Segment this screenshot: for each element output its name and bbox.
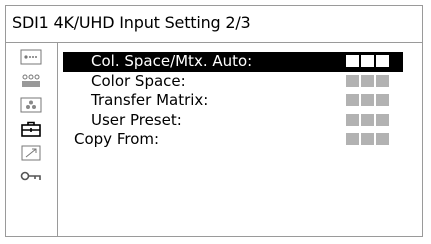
menu-item-label: Copy From: [74, 130, 160, 148]
color-dots-icon[interactable] [20, 97, 42, 113]
menu-item-copy-from[interactable]: Copy From: [63, 130, 403, 150]
camera-settings-icon[interactable] [20, 49, 42, 65]
menu-item-value[interactable] [346, 55, 389, 67]
toolbox-icon[interactable] [20, 121, 42, 137]
sidebar-divider [57, 43, 58, 236]
title-divider [6, 42, 422, 43]
menu-item-label: Transfer Matrix: [91, 91, 209, 109]
settings-menu: Col. Space/Mtx. Auto: Color Space: Trans… [63, 52, 403, 150]
menu-item-col-space-mtx-auto[interactable]: Col. Space/Mtx. Auto: [63, 52, 403, 72]
menu-item-transfer-matrix[interactable]: Transfer Matrix: [63, 91, 403, 111]
key-icon[interactable] [20, 168, 42, 184]
menu-item-value[interactable] [346, 74, 389, 87]
menu-item-label: Col. Space/Mtx. Auto: [91, 52, 253, 70]
menu-item-value[interactable] [346, 94, 389, 106]
menu-item-value[interactable] [346, 113, 389, 126]
settings-panel: SDI1 4K/UHD Input Setting 2/3 Col. Space… [5, 5, 423, 237]
arrow-out-icon[interactable] [20, 145, 42, 161]
menu-item-value[interactable] [346, 133, 389, 145]
menu-item-color-space[interactable]: Color Space: [63, 72, 403, 92]
menu-item-label: Color Space: [91, 71, 186, 90]
people-icon[interactable] [20, 73, 42, 89]
page-title: SDI1 4K/UHD Input Setting 2/3 [12, 13, 251, 32]
menu-item-user-preset[interactable]: User Preset: [63, 111, 403, 131]
menu-item-label: User Preset: [91, 110, 182, 129]
